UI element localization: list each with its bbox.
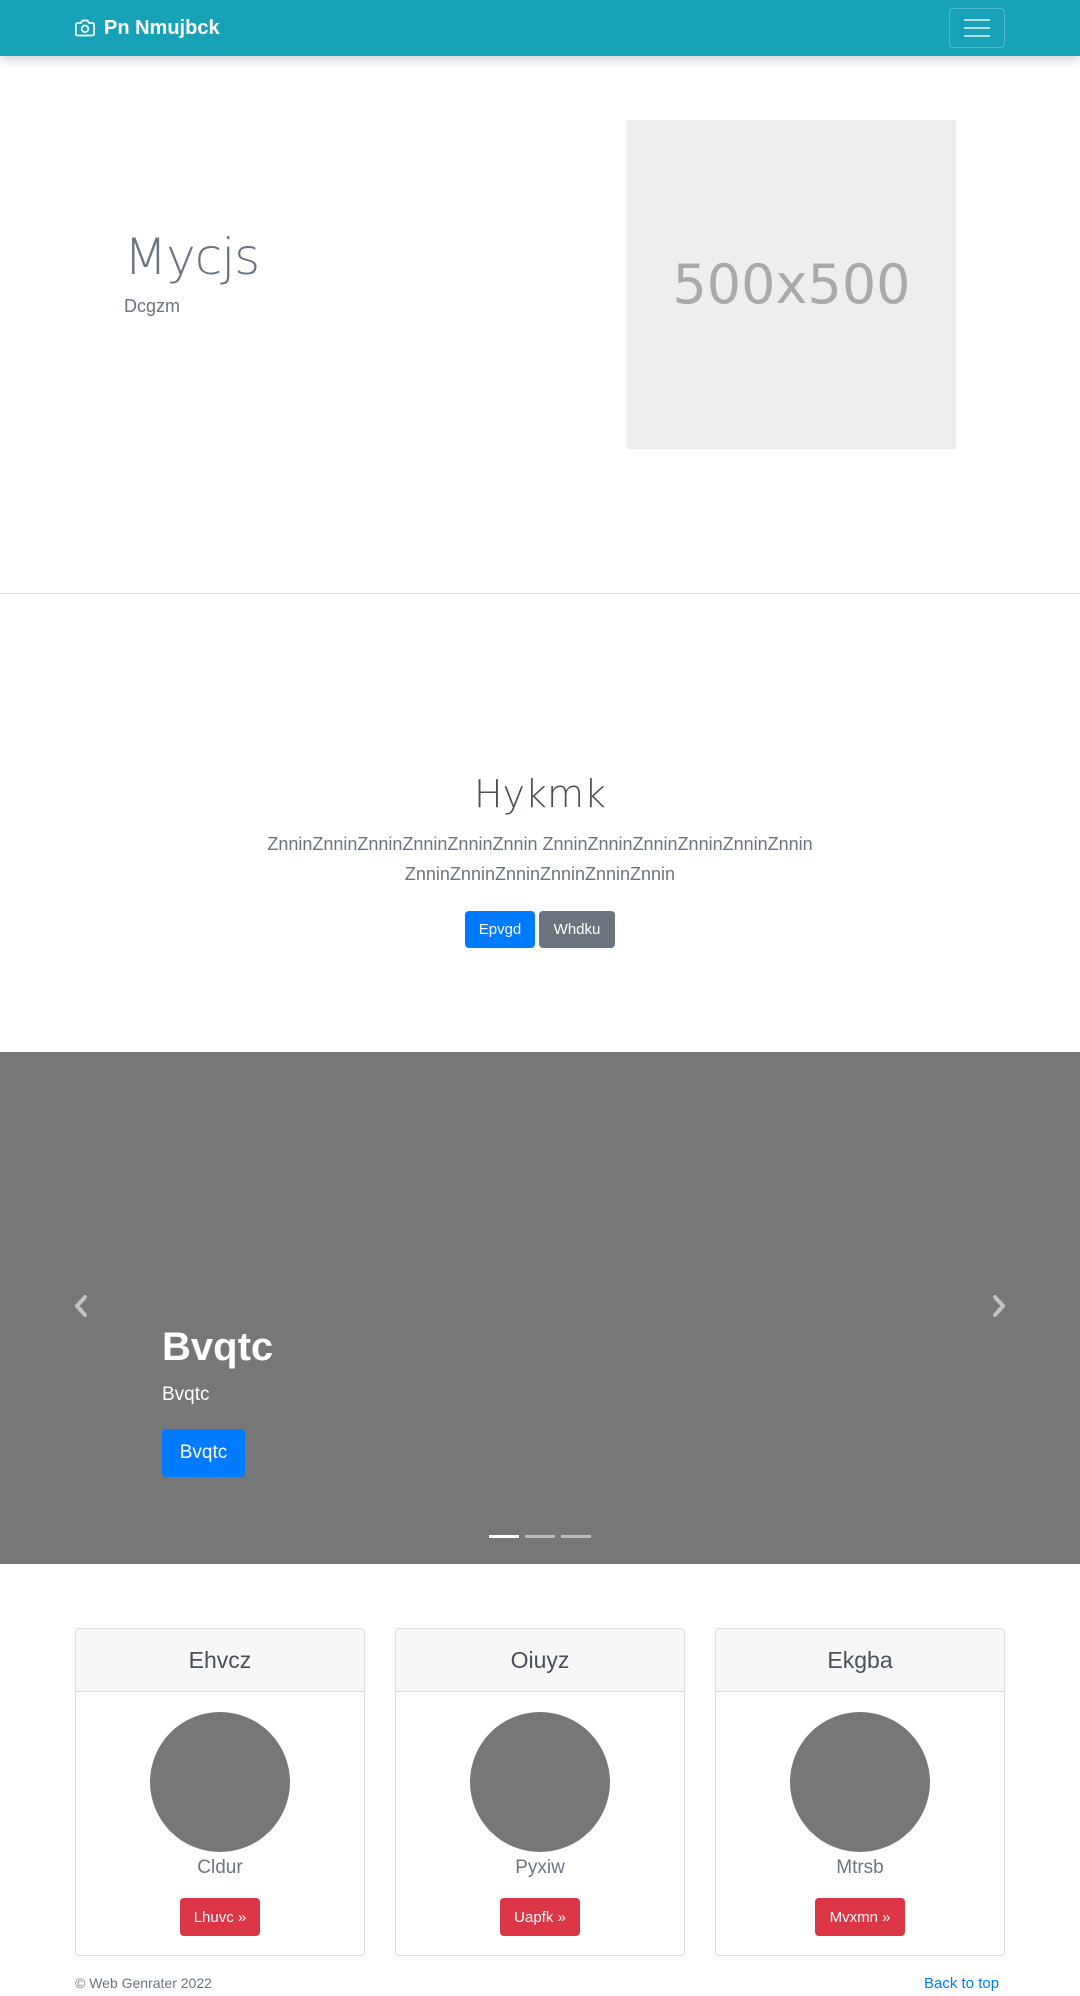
secondary-button[interactable]: Whdku [539, 911, 615, 948]
avatar [790, 1712, 930, 1852]
avatar [150, 1712, 290, 1852]
card-3: Ekgba Mtrsb Mvxmn » [715, 1628, 1005, 1956]
carousel-next-button[interactable] [988, 1286, 1010, 1326]
chevron-right-icon [993, 1295, 1005, 1317]
carousel-indicator-3[interactable] [561, 1535, 591, 1538]
hamburger-icon [964, 19, 990, 21]
carousel-indicator-2[interactable] [525, 1535, 555, 1538]
navbar-toggler-button[interactable] [949, 8, 1005, 48]
carousel-caption-title: Bvqtc [162, 1325, 274, 1369]
card-2: Oiuyz Pyxiw Uapfk » [395, 1628, 685, 1956]
section-buttons: Epvgd Whdku [0, 911, 1080, 948]
avatar [470, 1712, 610, 1852]
card-header: Ekgba [716, 1629, 1004, 1692]
placeholder-label: 500x500 [672, 253, 911, 316]
card-1: Ehvcz Cldur Lhuvc » [75, 1628, 365, 1956]
camera-icon [75, 19, 95, 37]
card-name: Pyxiw [515, 1857, 565, 1878]
card-header: Ehvcz [76, 1629, 364, 1692]
section-title: Hykmk [473, 772, 607, 816]
card-name: Mtrsb [836, 1857, 884, 1878]
card-button[interactable]: Mvxmn » [815, 1898, 905, 1936]
chevron-left-icon [75, 1295, 87, 1317]
carousel-indicator-1[interactable] [489, 1535, 519, 1538]
carousel: Bvqtc Bvqtc Bvqtc [0, 1052, 1080, 1564]
brand-label: Pn Nmujbck [104, 16, 220, 39]
section-text: ZnninZnninZnninZnninZnninZnnin ZnninZnni… [267, 834, 813, 884]
primary-button[interactable]: Epvgd [465, 911, 535, 948]
card-button[interactable]: Uapfk » [500, 1898, 580, 1936]
card-name: Cldur [197, 1857, 243, 1878]
hero-title: Mycjs [124, 228, 260, 286]
carousel-caption-button[interactable]: Bvqtc [162, 1429, 245, 1477]
footer-copyright: © Web Genrater 2022 [75, 1975, 212, 1991]
hero-subtitle: Dcgzm [124, 296, 181, 316]
carousel-prev-button[interactable] [70, 1286, 92, 1326]
carousel-indicators [489, 1535, 591, 1538]
card-button[interactable]: Lhuvc » [180, 1898, 260, 1936]
navbar: Pn Nmujbck [0, 0, 1080, 56]
back-to-top-link[interactable]: Back to top [924, 1975, 999, 1992]
hero-image-placeholder: 500x500 [627, 120, 956, 449]
divider [0, 593, 1080, 594]
carousel-caption-text: Bvqtc [162, 1384, 210, 1405]
card-header: Oiuyz [396, 1629, 684, 1692]
brand-link[interactable]: Pn Nmujbck [75, 0, 220, 56]
